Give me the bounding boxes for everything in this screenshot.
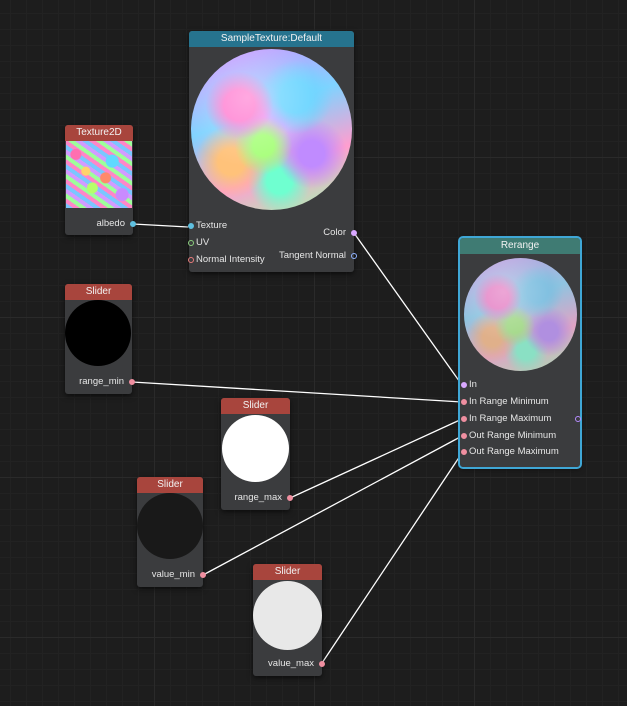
slider-range-max-node[interactable]: Slider range_max (221, 398, 293, 510)
texture2d-node[interactable]: Texture2D albedo (65, 125, 136, 235)
wire-range-max-in-range-maximum (289, 418, 463, 499)
tangent-normal-port[interactable] (351, 253, 357, 259)
output-value-max-label: value_max (268, 658, 314, 669)
input-normal-intensity[interactable]: Normal Intensity (188, 253, 265, 267)
rerange-node[interactable]: Rerange In In Range Minimum In Range Max… (458, 236, 582, 469)
slider-value-min-title: Slider (137, 477, 203, 493)
slider-value-max-title: Slider (253, 564, 322, 580)
sample-texture-preview (191, 49, 352, 210)
slider-range-min-title: Slider (65, 284, 132, 300)
output-value-min-label: value_min (151, 569, 195, 580)
slider-value-min-preview (137, 493, 203, 559)
wire-value-max-out-range-maximum (321, 452, 463, 664)
output-albedo[interactable]: albedo (96, 217, 136, 231)
output-range-max[interactable]: range_max (234, 491, 293, 505)
wire-color-in (353, 232, 463, 386)
wire-albedo-texture (132, 223, 189, 228)
output-value-min[interactable]: value_min (151, 568, 206, 582)
normal-intensity-port[interactable] (188, 257, 194, 263)
in-range-minimum-port[interactable] (461, 399, 467, 405)
output-range-min[interactable]: range_min (79, 375, 135, 389)
in-range-maximum-port[interactable] (461, 416, 467, 422)
input-out-range-minimum-label: Out Range Minimum (469, 430, 557, 441)
input-in-range-minimum-label: In Range Minimum (469, 396, 549, 407)
texture2d-title: Texture2D (65, 125, 133, 141)
input-in-label: In (469, 379, 477, 390)
input-out-range-minimum[interactable]: Out Range Minimum (461, 429, 557, 443)
rerange-preview (464, 258, 577, 371)
output-range-max-label: range_max (234, 492, 282, 503)
rerange-title: Rerange (460, 238, 580, 254)
output-tangent-normal-label: Tangent Normal (278, 250, 346, 261)
output-range-min-label: range_min (79, 376, 124, 387)
input-texture[interactable]: Texture (188, 219, 228, 233)
input-uv[interactable]: UV (188, 236, 210, 250)
input-in-range-maximum-label: In Range Maximum (469, 413, 552, 424)
in-port[interactable] (461, 382, 467, 388)
slider-value-min-node[interactable]: Slider value_min (137, 477, 206, 587)
input-out-range-maximum-label: Out Range Maximum (469, 446, 559, 457)
input-uv-label: UV (196, 237, 210, 248)
value-max-port[interactable] (319, 661, 325, 667)
input-texture-label: Texture (196, 220, 228, 231)
range-min-port[interactable] (129, 379, 135, 385)
rerange-output-port[interactable] (575, 416, 581, 422)
texture-port[interactable] (188, 223, 194, 229)
output-color-label: Color (323, 227, 346, 238)
out-range-minimum-port[interactable] (461, 433, 467, 439)
input-in[interactable]: In (461, 378, 477, 392)
slider-range-min-preview (65, 300, 131, 366)
out-range-maximum-port[interactable] (461, 449, 467, 455)
input-normal-intensity-label: Normal Intensity (196, 254, 265, 265)
color-port[interactable] (351, 230, 357, 236)
output-value-max[interactable]: value_max (268, 657, 325, 671)
sample-texture-title: SampleTexture:Default (189, 31, 354, 47)
output-tangent-normal[interactable]: Tangent Normal (278, 249, 357, 263)
output-albedo-label: albedo (96, 218, 125, 229)
input-in-range-maximum[interactable]: In Range Maximum (461, 412, 552, 426)
wire-range-min-in-range-minimum (131, 381, 463, 403)
input-out-range-maximum[interactable]: Out Range Maximum (461, 445, 559, 459)
output-color[interactable]: Color (323, 226, 357, 240)
slider-value-max-node[interactable]: Slider value_max (253, 564, 325, 676)
uv-port[interactable] (188, 240, 194, 246)
slider-range-max-title: Slider (221, 398, 290, 414)
input-in-range-minimum[interactable]: In Range Minimum (461, 395, 549, 409)
sample-texture-node[interactable]: SampleTexture:Default Texture UV Normal … (188, 31, 357, 272)
range-max-port[interactable] (287, 495, 293, 501)
slider-value-max-preview (253, 581, 322, 650)
slider-range-min-node[interactable]: Slider range_min (65, 284, 135, 394)
value-min-port[interactable] (200, 572, 206, 578)
albedo-port[interactable] (130, 221, 136, 227)
slider-range-max-preview (222, 415, 289, 482)
texture2d-preview (66, 141, 132, 208)
